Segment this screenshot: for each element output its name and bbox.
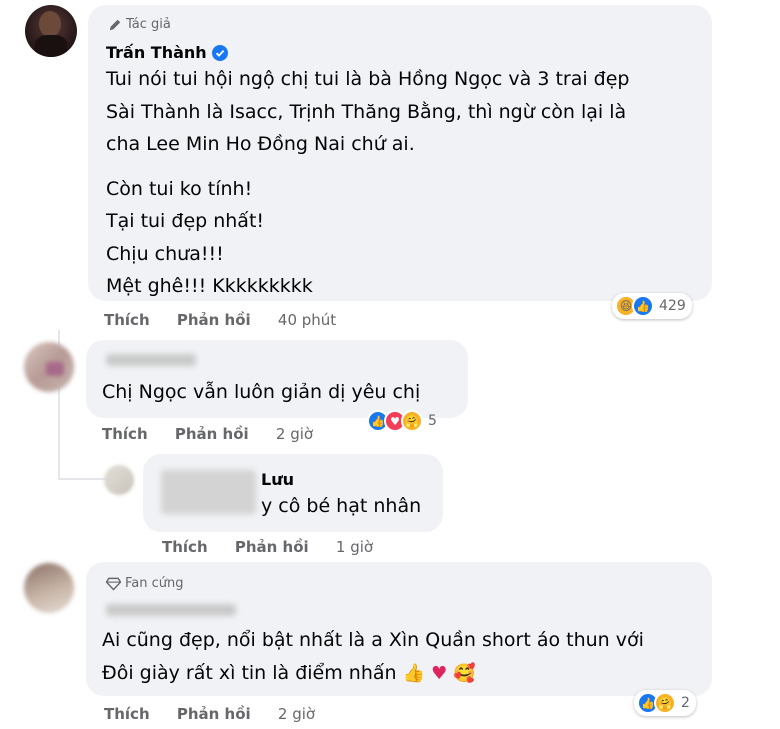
blurred-author-name <box>161 470 256 514</box>
care-reaction-icon: 🤗 <box>654 692 676 714</box>
avatar[interactable] <box>25 5 77 57</box>
badge-label: Tác giả <box>126 17 171 32</box>
like-button[interactable]: Thích <box>102 425 148 443</box>
reaction-count: 2 <box>681 695 690 711</box>
author-badge: Tác giả <box>108 17 171 32</box>
timestamp[interactable]: 2 giờ <box>276 425 313 443</box>
diamond-icon <box>106 577 121 591</box>
like-button[interactable]: Thích <box>104 705 150 723</box>
like-reaction-icon: 👍 <box>632 295 654 317</box>
comment-bubble: Chị Ngọc vẫn luôn giản dị yêu chị <box>86 340 468 418</box>
reaction-summary[interactable]: 👍 ♥ 🤗 5 <box>364 408 443 434</box>
comment-author[interactable]: Lưu <box>261 470 294 489</box>
reaction-summary[interactable]: 👍 🤗 2 <box>634 690 696 716</box>
comment-bubble: Tác giả Trấn Thành Tui nói tui hội ngộ c… <box>88 5 712 301</box>
blurred-author-name <box>106 604 236 616</box>
verified-badge-icon <box>211 44 228 61</box>
comment-text: Chị Ngọc vẫn luôn giản dị yêu chị <box>102 381 421 403</box>
comment-text: Tui nói tui hội ngộ chị tui là bà Hồng N… <box>106 68 630 297</box>
timestamp[interactable]: 1 giờ <box>336 538 373 556</box>
reaction-count: 5 <box>428 413 437 429</box>
comment-actions: Thích Phản hồi 2 giờ <box>104 705 337 723</box>
comment-bubble: Lưu y cô bé hạt nhân <box>143 454 443 532</box>
reply-button[interactable]: Phản hồi <box>177 311 251 329</box>
comment-actions: Thích Phản hồi 1 giờ <box>162 538 395 556</box>
avatar[interactable] <box>24 342 74 392</box>
author-badge: Fan cứng <box>106 576 184 591</box>
reply-button[interactable]: Phản hồi <box>175 425 249 443</box>
smiling-face-with-hearts-emoji-icon: 🥰 <box>453 662 476 684</box>
comment-text: y cô bé hạt nhân <box>261 495 422 517</box>
comment-author[interactable]: Trấn Thành <box>106 43 207 62</box>
care-reaction-icon: 🤗 <box>401 410 423 432</box>
like-button[interactable]: Thích <box>104 311 150 329</box>
comment-text: Ai cũng đẹp, nổi bật nhất là a Xìn Quần … <box>102 629 644 684</box>
comment-actions: Thích Phản hồi 2 giờ <box>102 425 335 443</box>
avatar[interactable] <box>24 563 74 613</box>
comment-bubble: Fan cứng Ai cũng đẹp, nổi bật nhất là a … <box>86 562 712 696</box>
badge-label: Fan cứng <box>125 576 184 591</box>
thumbs-up-emoji-icon: 👍 <box>402 662 426 684</box>
reaction-count: 429 <box>659 298 686 314</box>
timestamp[interactable]: 2 giờ <box>278 705 315 723</box>
avatar[interactable] <box>104 465 134 495</box>
heart-emoji-icon: ♥ <box>431 662 448 684</box>
reaction-summary[interactable]: 😆 👍 429 <box>612 293 692 319</box>
timestamp[interactable]: 40 phút <box>278 311 336 329</box>
reply-button[interactable]: Phản hồi <box>235 538 309 556</box>
comment-actions: Thích Phản hồi 40 phút <box>104 311 358 329</box>
thread-line <box>58 478 108 480</box>
pen-icon <box>109 19 121 30</box>
reply-button[interactable]: Phản hồi <box>177 705 251 723</box>
like-button[interactable]: Thích <box>162 538 208 556</box>
blurred-author-name <box>106 354 196 366</box>
